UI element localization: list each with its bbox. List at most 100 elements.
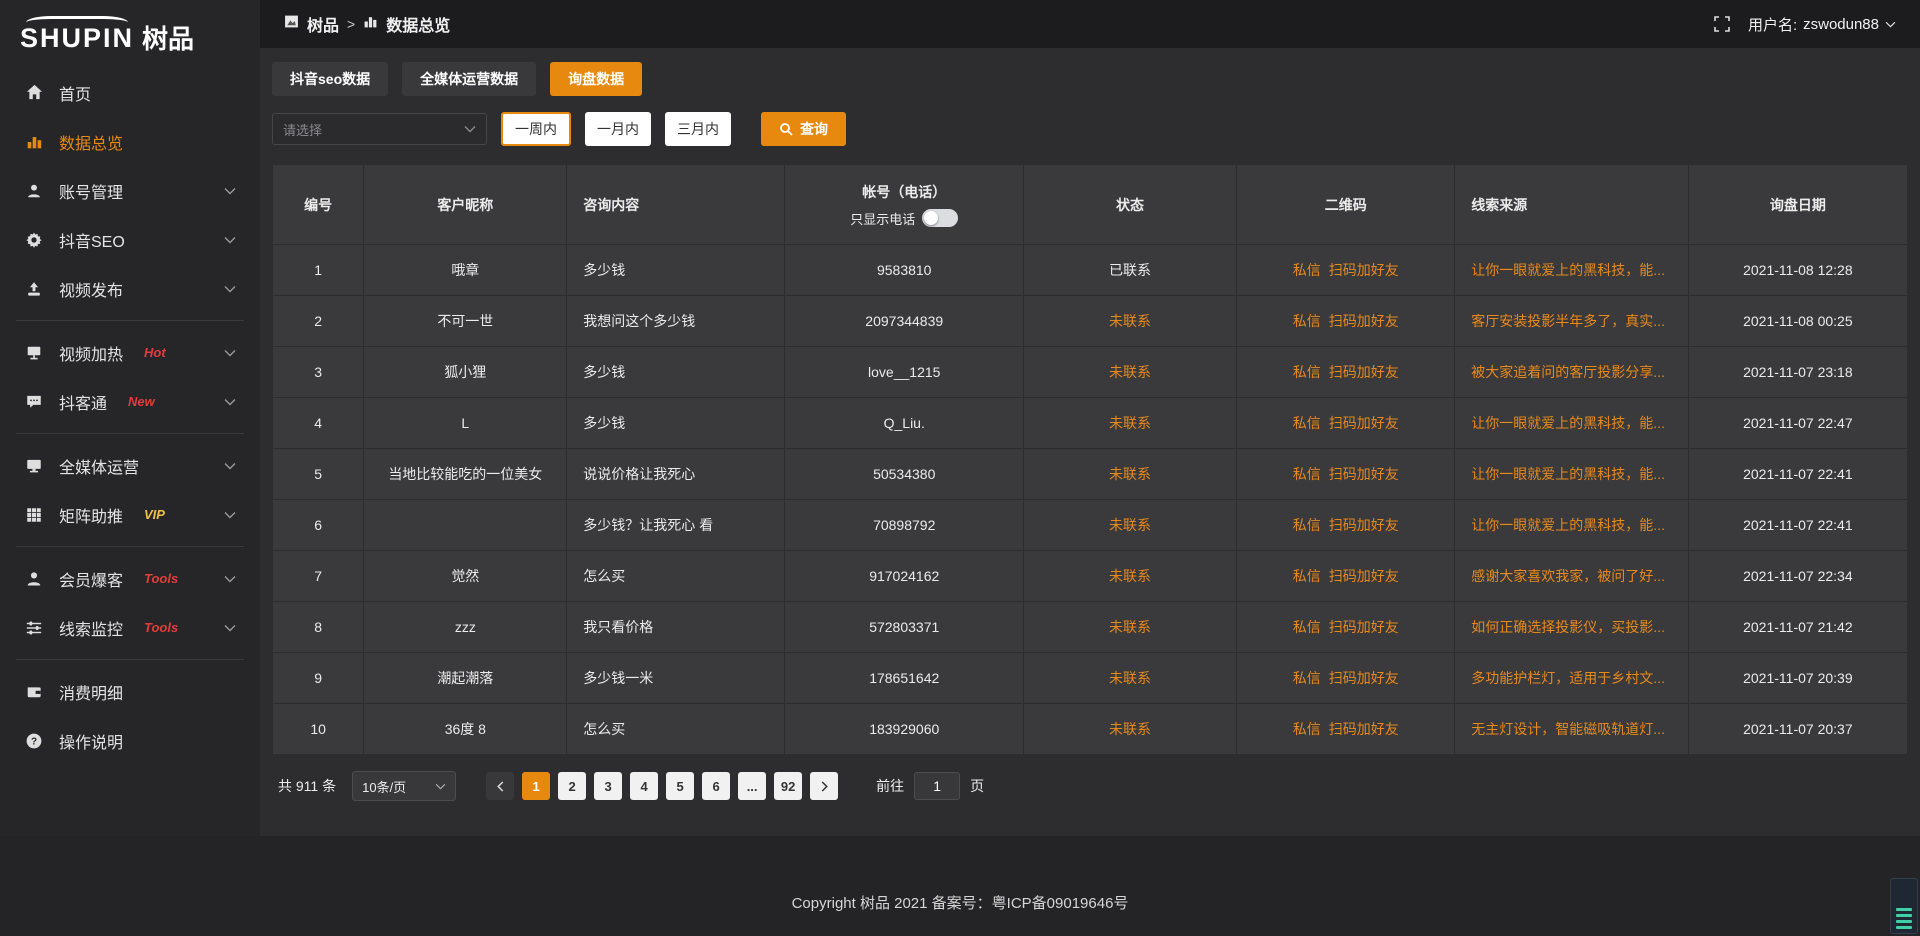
qr-link-private-message[interactable]: 私信 xyxy=(1293,262,1321,278)
sidebar-item-omni-media[interactable]: 全媒体运营 xyxy=(0,441,260,490)
qr-link-private-message[interactable]: 私信 xyxy=(1293,313,1321,329)
cell-source[interactable]: 让你一眼就爱上的黑科技，能... xyxy=(1455,245,1688,296)
qr-link-scan-add-friend[interactable]: 扫码加好友 xyxy=(1329,466,1399,482)
qr-link-private-message[interactable]: 私信 xyxy=(1293,415,1321,431)
sidebar-divider xyxy=(16,320,244,321)
page-number-buttons: 123456... 92 xyxy=(518,772,806,800)
chat-icon xyxy=(24,393,44,411)
qr-link-scan-add-friend[interactable]: 扫码加好友 xyxy=(1329,619,1399,635)
sidebar-item-douketong[interactable]: 抖客通New xyxy=(0,377,260,426)
qr-link-scan-add-friend[interactable]: 扫码加好友 xyxy=(1329,262,1399,278)
page-next-button[interactable] xyxy=(810,772,838,800)
username-label: 用户名: xyxy=(1748,14,1797,35)
cell-qrcode: 私信扫码加好友 xyxy=(1237,602,1455,653)
cell-account: 70898792 xyxy=(785,500,1024,551)
sidebar-item-video-publish[interactable]: 视频发布 xyxy=(0,264,260,313)
cell-source[interactable]: 感谢大家喜欢我家，被问了好... xyxy=(1455,551,1688,602)
cell-status: 未联系 xyxy=(1023,653,1236,704)
qr-link-scan-add-friend[interactable]: 扫码加好友 xyxy=(1329,415,1399,431)
sidebar-item-home[interactable]: 首页 xyxy=(0,68,260,117)
tab-omni-media-data[interactable]: 全媒体运营数据 xyxy=(402,62,536,96)
qr-link-private-message[interactable]: 私信 xyxy=(1293,364,1321,380)
sidebar-item-consume-detail[interactable]: 消费明细 xyxy=(0,667,260,716)
topbar-right: 用户名: zswodun88 xyxy=(1714,14,1896,35)
qr-link-private-message[interactable]: 私信 xyxy=(1293,619,1321,635)
cell-qrcode: 私信扫码加好友 xyxy=(1237,500,1455,551)
cell-source[interactable]: 让你一眼就爱上的黑科技，能... xyxy=(1455,449,1688,500)
cell-source[interactable]: 让你一眼就爱上的黑科技，能... xyxy=(1455,398,1688,449)
sidebar-item-lead-monitor[interactable]: 线索监控Tools xyxy=(0,603,260,652)
chevron-right-icon xyxy=(820,781,829,792)
range-month[interactable]: 一月内 xyxy=(585,112,651,146)
table-row: 7觉然怎么买917024162未联系私信扫码加好友感谢大家喜欢我家，被问了好..… xyxy=(273,551,1908,602)
chevron-down-icon xyxy=(224,511,236,519)
fullscreen-icon[interactable] xyxy=(1714,16,1730,32)
sidebar-item-member-burst[interactable]: 会员爆客Tools xyxy=(0,554,260,603)
qr-link-scan-add-friend[interactable]: 扫码加好友 xyxy=(1329,364,1399,380)
table-row: 6多少钱？让我死心 看70898792未联系私信扫码加好友让你一眼就爱上的黑科技… xyxy=(273,500,1908,551)
page-button-92[interactable]: 92 xyxy=(774,772,802,800)
logo[interactable]: SHUPIN 树品 xyxy=(0,0,260,56)
cell-source[interactable]: 被大家追着问的客厅投影分享... xyxy=(1455,347,1688,398)
qr-link-scan-add-friend[interactable]: 扫码加好友 xyxy=(1329,313,1399,329)
chevron-down-icon xyxy=(224,285,236,293)
goto-page-input[interactable] xyxy=(914,772,960,800)
qr-link-private-message[interactable]: 私信 xyxy=(1293,466,1321,482)
sidebar-item-account-management[interactable]: 账号管理 xyxy=(0,166,260,215)
cell-date: 2021-11-07 22:47 xyxy=(1688,398,1907,449)
page-button-6[interactable]: 6 xyxy=(702,772,730,800)
data-tabs: 抖音seo数据全媒体运营数据询盘数据 xyxy=(272,62,1908,96)
cell-qrcode: 私信扫码加好友 xyxy=(1237,704,1455,755)
cell-source[interactable]: 客厅安装投影半年多了，真实... xyxy=(1455,296,1688,347)
qr-link-private-message[interactable]: 私信 xyxy=(1293,568,1321,584)
monitor-icon xyxy=(24,457,44,475)
page-button-5[interactable]: 5 xyxy=(666,772,694,800)
sidebar-item-badge: VIP xyxy=(144,507,165,522)
page-ellipsis-button[interactable]: ... xyxy=(738,772,766,800)
tab-douyin-seo-data[interactable]: 抖音seo数据 xyxy=(272,62,388,96)
cell-status: 未联系 xyxy=(1023,500,1236,551)
tab-inquiry-data[interactable]: 询盘数据 xyxy=(550,62,642,96)
range-week[interactable]: 一周内 xyxy=(501,112,571,146)
page-button-2[interactable]: 2 xyxy=(558,772,586,800)
search-icon xyxy=(779,122,793,136)
sidebar-item-data-overview[interactable]: 数据总览 xyxy=(0,117,260,166)
page-prev-button[interactable] xyxy=(486,772,514,800)
sidebar-item-matrix-boost[interactable]: 矩阵助推VIP xyxy=(0,490,260,539)
sidebar-item-video-heat[interactable]: 视频加热Hot xyxy=(0,328,260,377)
page-button-3[interactable]: 3 xyxy=(594,772,622,800)
column-header-content: 咨询内容 xyxy=(567,165,785,245)
cell-source[interactable]: 多功能护栏灯，适用于乡村文... xyxy=(1455,653,1688,704)
query-button[interactable]: 查询 xyxy=(761,112,846,146)
cell-source[interactable]: 如何正确选择投影仪，买投影... xyxy=(1455,602,1688,653)
sidebar-item-operation-guide[interactable]: ?操作说明 xyxy=(0,716,260,765)
filter-select[interactable]: 请选择 xyxy=(272,113,487,145)
column-header-no: 编号 xyxy=(273,165,364,245)
floating-widget[interactable] xyxy=(1890,878,1918,934)
cell-content: 怎么买 xyxy=(567,704,785,755)
cell-source[interactable]: 让你一眼就爱上的黑科技，能... xyxy=(1455,500,1688,551)
cell-qrcode: 私信扫码加好友 xyxy=(1237,245,1455,296)
qr-link-scan-add-friend[interactable]: 扫码加好友 xyxy=(1329,568,1399,584)
qr-link-scan-add-friend[interactable]: 扫码加好友 xyxy=(1329,670,1399,686)
range-quarter[interactable]: 三月内 xyxy=(665,112,731,146)
table-row: 1036度 8怎么买183929060未联系私信扫码加好友无主灯设计，智能磁吸轨… xyxy=(273,704,1908,755)
cell-source[interactable]: 无主灯设计，智能磁吸轨道灯... xyxy=(1455,704,1688,755)
qr-link-private-message[interactable]: 私信 xyxy=(1293,670,1321,686)
sidebar-item-label: 消费明细 xyxy=(59,680,123,704)
qr-link-private-message[interactable]: 私信 xyxy=(1293,517,1321,533)
phone-toggle-switch[interactable] xyxy=(922,209,958,227)
breadcrumb-page: 数据总览 xyxy=(386,12,450,36)
page-size-select[interactable]: 10条/页 xyxy=(352,771,456,801)
sidebar-item-douyin-seo[interactable]: 抖音SEO xyxy=(0,215,260,264)
page-button-4[interactable]: 4 xyxy=(630,772,658,800)
breadcrumb-app[interactable]: 树品 xyxy=(307,12,339,36)
qr-link-private-message[interactable]: 私信 xyxy=(1293,721,1321,737)
qr-link-scan-add-friend[interactable]: 扫码加好友 xyxy=(1329,721,1399,737)
page-button-1[interactable]: 1 xyxy=(522,772,550,800)
qr-link-scan-add-friend[interactable]: 扫码加好友 xyxy=(1329,517,1399,533)
member-icon xyxy=(24,570,44,588)
user-menu[interactable]: 用户名: zswodun88 xyxy=(1748,14,1896,35)
cell-no: 4 xyxy=(273,398,364,449)
cell-nickname: 狐小狸 xyxy=(364,347,567,398)
